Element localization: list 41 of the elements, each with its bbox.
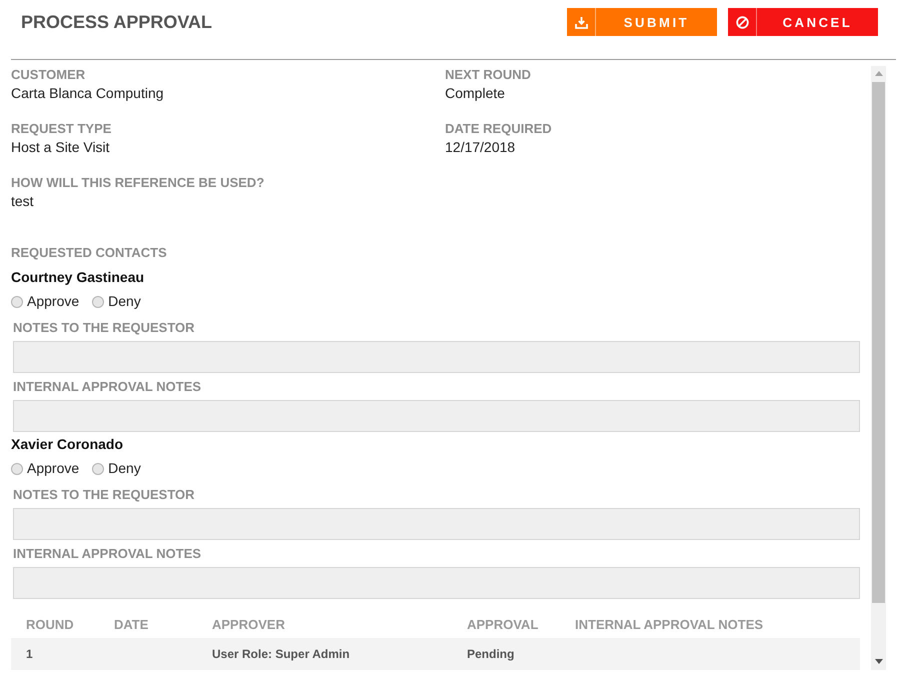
detail-value: 12/17/2018 [445,138,516,157]
detail-label: DATE REQUIRED [445,120,552,138]
radio-option[interactable]: Approve [11,458,80,478]
column-header: APPROVER [212,617,285,632]
field-label: INTERNAL APPROVAL NOTES [13,545,202,563]
detail-label: NEXT ROUND [445,66,531,84]
radio-option[interactable]: Deny [92,291,141,311]
text-field[interactable] [13,341,860,373]
scroll-down-icon[interactable] [874,659,882,664]
table-cell: Pending [467,647,514,661]
field-label: NOTES TO THE REQUESTOR [13,486,195,504]
text-field[interactable] [13,508,860,540]
detail-label: HOW WILL THIS REFERENCE BE USED? [11,174,264,192]
field-label: NOTES TO THE REQUESTOR [13,319,195,337]
section-heading: REQUESTED CONTACTS [11,244,167,262]
download-icon [574,16,588,28]
contact-name: Xavier Coronado [11,435,124,454]
text-field[interactable] [13,400,860,432]
scrollbar-track[interactable] [871,66,886,670]
text-field[interactable] [13,567,860,599]
radio-option[interactable]: Deny [92,458,141,478]
column-header: ROUND [26,617,74,632]
radio-option[interactable]: Approve [11,291,80,311]
cancel-button[interactable]: CANCEL [728,8,878,36]
detail-value: Complete [445,84,505,103]
detail-value: Carta Blanca Computing [11,84,164,103]
column-header: APPROVAL [467,617,538,632]
column-header: INTERNAL APPROVAL NOTES [575,617,764,632]
field-label: INTERNAL APPROVAL NOTES [13,378,202,396]
table-cell: 1 [26,647,33,661]
detail-value: Host a Site Visit [11,138,110,157]
detail-label: CUSTOMER [11,66,86,84]
column-header: DATE [114,617,148,632]
detail-value: test [11,192,34,211]
scroll-up-icon[interactable] [874,71,882,76]
detail-label: REQUEST TYPE [11,120,112,138]
page-title: PROCESS APPROVAL [21,11,212,34]
table-cell: User Role: Super Admin [212,647,350,661]
scrollbar-thumb[interactable] [872,82,885,603]
contact-name: Courtney Gastineau [11,268,144,287]
cancel-icon [736,16,748,28]
